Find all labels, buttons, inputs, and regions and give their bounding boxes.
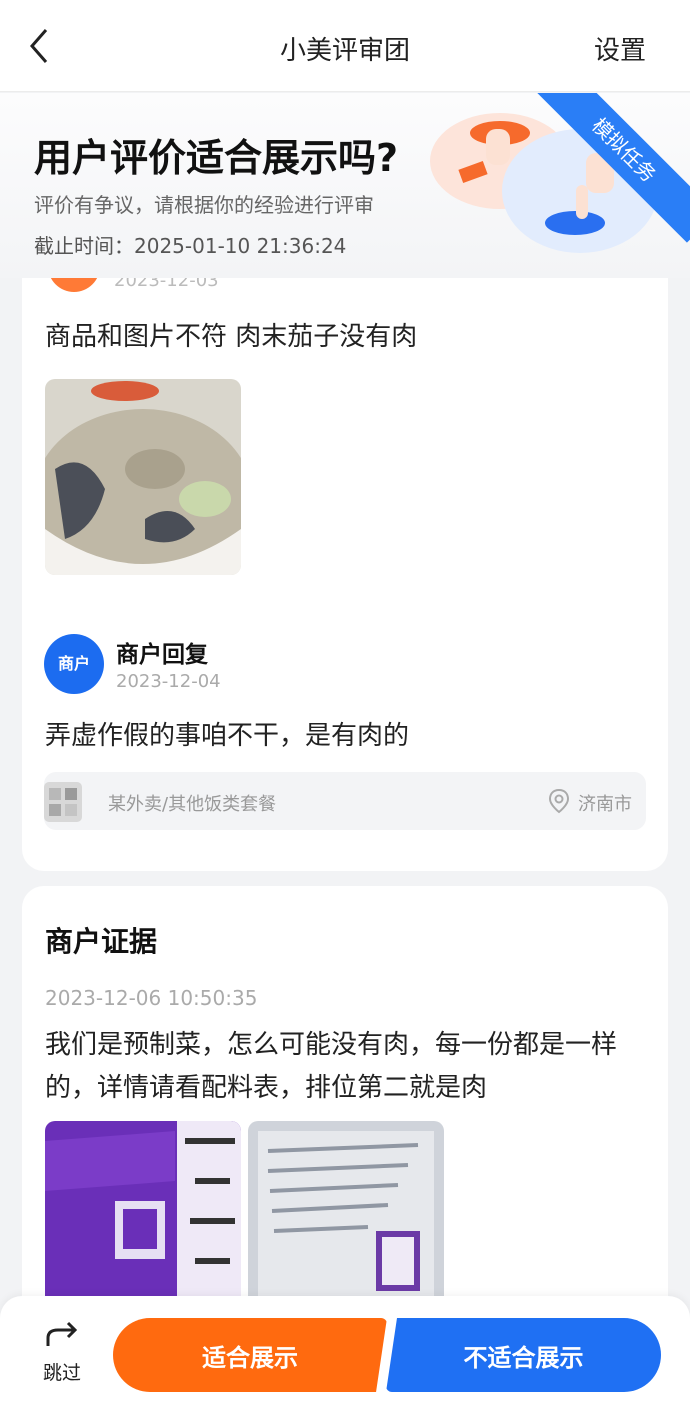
task-banner: 用户评价适合展示吗? 评价有争议，请根据你的经验进行评审 截止时间：2025-0… bbox=[0, 93, 690, 278]
shop-location: 济南市 bbox=[578, 794, 632, 815]
deadline-text: 截止时间：2025-01-10 21:36:24 bbox=[34, 234, 347, 258]
suitable-to-display-button[interactable]: 适合展示 bbox=[113, 1318, 387, 1392]
banner-title: 用户评价适合展示吗? bbox=[34, 136, 399, 180]
skip-label: 跳过 bbox=[42, 1362, 81, 1384]
evidence-datetime: 2023-12-06 10:50:35 bbox=[45, 986, 258, 1010]
merchant-avatar: 商户 bbox=[44, 634, 104, 694]
shop-thumbnail-icon bbox=[44, 782, 82, 822]
evidence-photo-package-back[interactable] bbox=[248, 1121, 444, 1321]
shop-info-bar[interactable]: 某外卖/其他饭类套餐 济南市 bbox=[44, 772, 646, 830]
location-pin-icon bbox=[548, 788, 570, 814]
banner-subtitle: 评价有争议，请根据你的经验进行评审 bbox=[34, 193, 374, 217]
skip-button[interactable]: 跳过 bbox=[30, 1318, 94, 1394]
merchant-reply-text: 弄虚作假的事咱不干，是有肉的 bbox=[45, 721, 410, 751]
evidence-photo-package-front[interactable] bbox=[45, 1121, 241, 1321]
review-text: 商品和图片不符 肉末茄子没有肉 bbox=[45, 322, 418, 352]
settings-button[interactable]: 设置 bbox=[594, 30, 646, 67]
bottom-action-bar: 跳过 适合展示 不适合展示 bbox=[0, 1296, 690, 1416]
top-nav-bar: 小美评审团 设置 bbox=[0, 0, 690, 92]
merchant-reply-date: 2023-12-04 bbox=[116, 671, 221, 692]
shop-category: 某外卖/其他饭类套餐 bbox=[108, 794, 277, 815]
merchant-evidence-card: 商户证据 2023-12-06 10:50:35 我们是预制菜，怎么可能没有肉，… bbox=[22, 886, 668, 1326]
evidence-title: 商户证据 bbox=[45, 925, 158, 958]
review-card: 2023-12-03 商品和图片不符 肉末茄子没有肉 商户 商户回复 2023-… bbox=[22, 240, 668, 871]
merchant-reply-title: 商户回复 bbox=[116, 642, 208, 668]
page-title: 小美评审团 bbox=[279, 36, 410, 66]
not-suitable-to-display-button[interactable]: 不适合展示 bbox=[386, 1318, 661, 1392]
skip-arrow-icon bbox=[46, 1321, 78, 1346]
review-photo[interactable] bbox=[45, 379, 241, 575]
evidence-text: 我们是预制菜，怎么可能没有肉，每一份都是一样的，详情请看配料表，排位第二就是肉 bbox=[45, 1030, 618, 1103]
